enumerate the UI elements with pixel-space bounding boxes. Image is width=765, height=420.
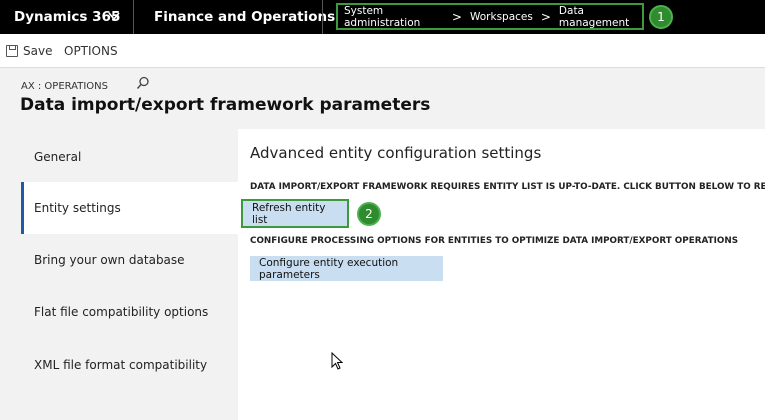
configure-entity-execution-parameters-button[interactable]: Configure entity execution parameters — [250, 256, 443, 281]
callout-badge-2: 2 — [357, 202, 381, 226]
nav-item-general[interactable]: General — [21, 131, 238, 183]
chevron-down-icon[interactable] — [107, 9, 121, 23]
save-label: Save — [23, 44, 53, 58]
entity-settings-panel: Advanced entity configuration settings D… — [238, 129, 765, 420]
options-button[interactable]: OPTIONS — [64, 34, 118, 68]
company-label: AX : OPERATIONS — [21, 81, 109, 92]
breadcrumb-item-system-administration[interactable]: System administration — [344, 5, 444, 29]
action-bar: Save OPTIONS — [0, 34, 765, 89]
mouse-pointer-icon — [331, 352, 343, 370]
configure-caption: CONFIGURE PROCESSING OPTIONS FOR ENTITIE… — [250, 236, 739, 246]
settings-nav: General Entity settings Bring your own d… — [21, 129, 238, 420]
nav-item-xml-file-format[interactable]: XML file format compatibility — [21, 339, 238, 391]
brand-name[interactable]: Dynamics 365 — [14, 0, 120, 34]
save-button[interactable]: Save — [6, 34, 52, 68]
nav-item-bring-your-own-database[interactable]: Bring your own database — [21, 234, 238, 286]
top-nav-bar: Dynamics 365 Finance and Operations Syst… — [0, 0, 765, 34]
search-icon[interactable] — [136, 76, 150, 90]
section-title: Advanced entity configuration settings — [250, 144, 542, 162]
page-title: Data import/export framework parameters — [20, 95, 431, 115]
breadcrumb-separator: > — [451, 9, 462, 24]
breadcrumb: System administration > Workspaces > Dat… — [336, 3, 644, 30]
nav-item-flat-file-compatibility[interactable]: Flat file compatibility options — [21, 286, 238, 338]
refresh-entity-list-button[interactable]: Refresh entity list — [243, 201, 347, 226]
callout-badge-1: 1 — [649, 5, 673, 29]
module-name[interactable]: Finance and Operations — [154, 0, 335, 34]
breadcrumb-separator: > — [540, 9, 551, 24]
topbar-divider — [133, 0, 134, 34]
topbar-divider — [322, 0, 323, 34]
save-icon — [6, 45, 18, 57]
breadcrumb-item-data-management[interactable]: Data management — [559, 5, 642, 29]
nav-item-entity-settings[interactable]: Entity settings — [21, 182, 238, 234]
breadcrumb-item-workspaces[interactable]: Workspaces — [470, 11, 533, 23]
refresh-caption: DATA IMPORT/EXPORT FRAMEWORK REQUIRES EN… — [250, 182, 765, 192]
